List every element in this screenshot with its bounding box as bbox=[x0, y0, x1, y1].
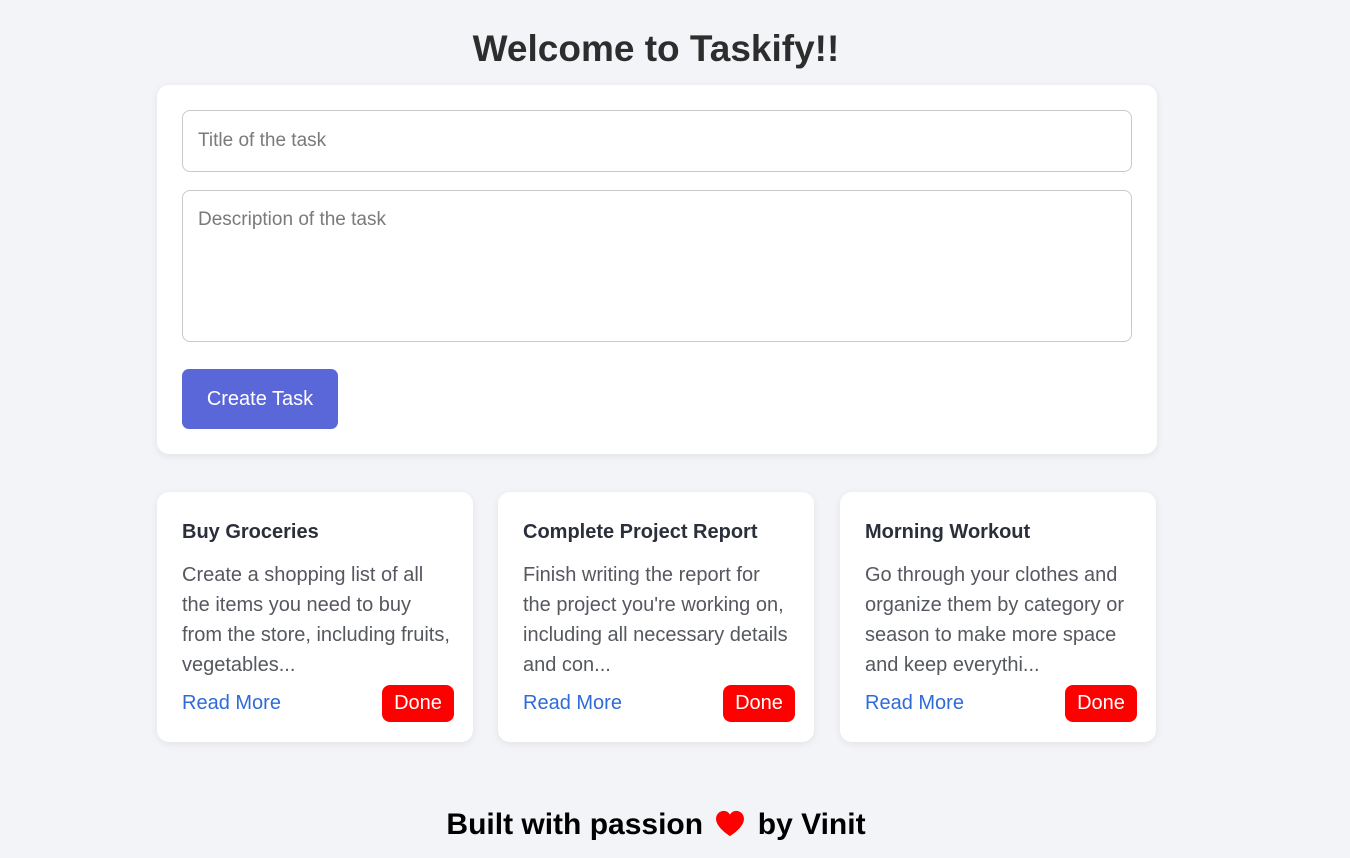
read-more-link[interactable]: Read More bbox=[523, 692, 622, 715]
task-description: Create a shopping list of all the items … bbox=[182, 564, 450, 676]
footer-prefix: Built with passion bbox=[446, 808, 704, 841]
task-title: Morning Workout bbox=[865, 521, 1031, 543]
task-description: Go through your clothes and organize the… bbox=[865, 564, 1125, 676]
task-description: Finish writing the report for the projec… bbox=[523, 564, 788, 676]
task-description-input[interactable] bbox=[182, 190, 1132, 342]
footer-suffix: by Vinit bbox=[757, 808, 866, 841]
task-list: Buy Groceries Create a shopping list of … bbox=[157, 492, 1157, 742]
page: Welcome to Taskify!! Create Task Buy Gro… bbox=[0, 0, 1350, 858]
read-more-link[interactable]: Read More bbox=[182, 692, 281, 715]
task-card: Complete Project Report Finish writing t… bbox=[498, 492, 814, 742]
task-title-input[interactable] bbox=[182, 110, 1132, 172]
task-card: Morning Workout Go through your clothes … bbox=[840, 492, 1156, 742]
task-card: Buy Groceries Create a shopping list of … bbox=[157, 492, 473, 742]
done-button[interactable]: Done bbox=[1065, 685, 1137, 722]
page-title: Welcome to Taskify!! bbox=[472, 28, 840, 69]
read-more-link[interactable]: Read More bbox=[865, 692, 964, 715]
done-button[interactable]: Done bbox=[382, 685, 454, 722]
task-title: Buy Groceries bbox=[182, 521, 319, 543]
heart-icon bbox=[715, 810, 745, 845]
done-button[interactable]: Done bbox=[723, 685, 795, 722]
task-form: Create Task bbox=[157, 85, 1157, 454]
create-task-button[interactable]: Create Task bbox=[182, 369, 338, 429]
footer: Built with passion by Vinit bbox=[0, 808, 1312, 845]
task-title: Complete Project Report bbox=[523, 521, 758, 543]
